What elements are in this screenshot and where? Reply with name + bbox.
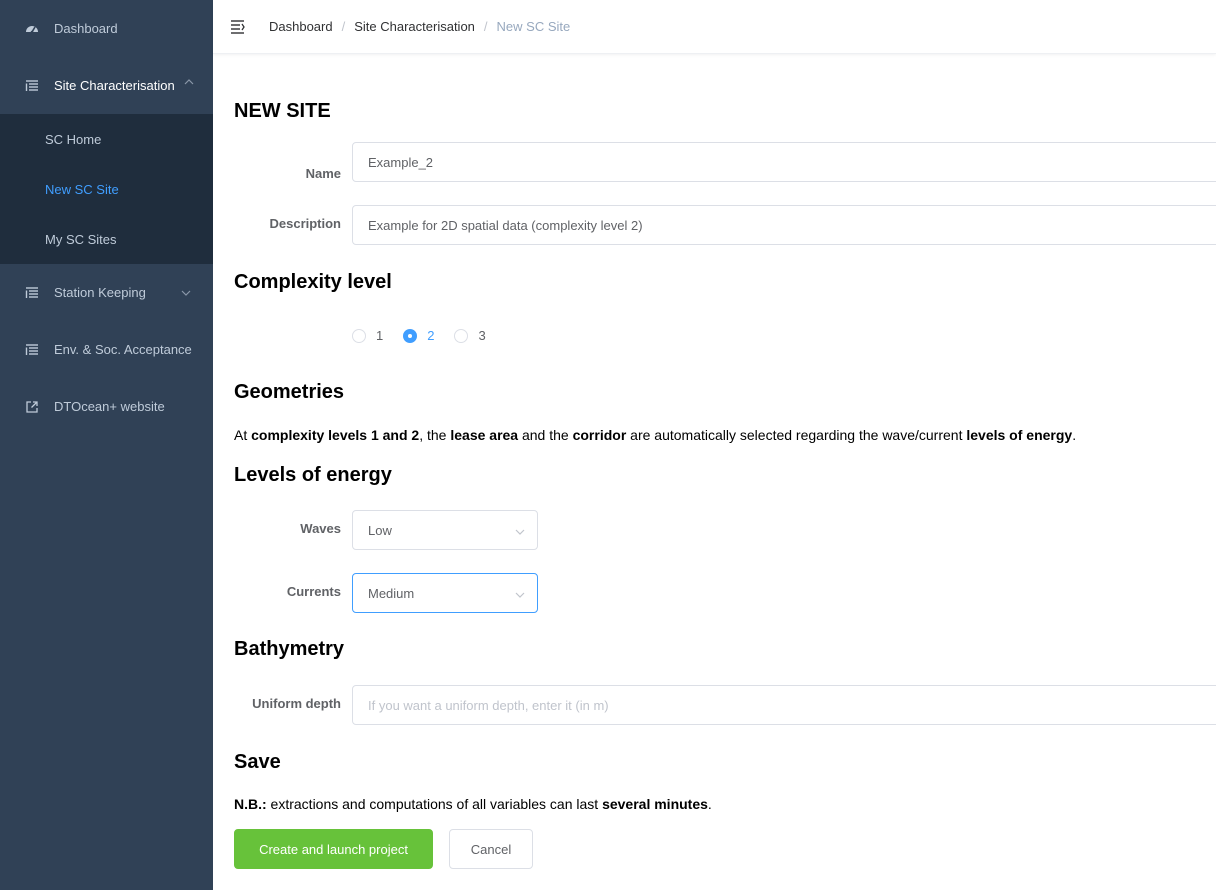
sidebar-item-label: New SC Site — [45, 181, 119, 197]
page-title: NEW SITE — [234, 100, 331, 122]
complexity-radio-2[interactable]: 2 — [403, 328, 434, 343]
sidebar-item-env-soc[interactable]: Env. & Soc. Acceptance — [0, 321, 213, 378]
complexity-radio-3[interactable]: 3 — [454, 328, 486, 343]
sidebar-item-my-sc-sites[interactable]: My SC Sites — [0, 214, 213, 264]
text-bold: lease area — [450, 427, 519, 443]
radio-circle[interactable] — [454, 328, 469, 343]
chevron-down-icon — [515, 588, 525, 598]
text-bold: N.B.: — [234, 796, 267, 812]
text-span: and the — [518, 427, 573, 443]
sidebar: Dashboard Site Characterisation SC Home … — [0, 0, 213, 890]
text-bold: levels of energy — [966, 427, 1073, 443]
complexity-radio-group: 1 2 3 — [352, 328, 506, 343]
name-value: Example_2 — [368, 154, 434, 170]
waves-select[interactable]: Low — [352, 510, 538, 550]
sidebar-item-site-characterisation[interactable]: Site Characterisation — [0, 57, 213, 114]
sidebar-item-label: SC Home — [45, 131, 102, 147]
sidebar-item-sc-home[interactable]: SC Home — [0, 114, 213, 164]
chevron-down-icon — [515, 525, 525, 535]
sidebar-item-station-keeping[interactable]: Station Keeping — [0, 264, 213, 321]
radio-label: 3 — [478, 328, 486, 343]
sidebar-item-label: DTOcean+ website — [54, 399, 165, 414]
depth-label: Uniform depth — [252, 696, 341, 711]
depth-placeholder: If you want a uniform depth, enter it (i… — [368, 697, 609, 713]
sidebar-item-label: Station Keeping — [54, 285, 146, 300]
save-title: Save — [234, 751, 281, 773]
sidebar-item-label: My SC Sites — [45, 231, 117, 247]
list-icon — [25, 286, 39, 300]
sidebar-item-website[interactable]: DTOcean+ website — [0, 378, 213, 435]
bathymetry-title: Bathymetry — [234, 638, 345, 660]
breadcrumb-site-characterisation[interactable]: Site Characterisation — [354, 19, 475, 34]
text-span: . — [1072, 427, 1077, 443]
text-span: extractions and computations of all vari… — [266, 796, 603, 812]
sidebar-item-label: Env. & Soc. Acceptance — [54, 342, 192, 357]
waves-label: Waves — [300, 521, 341, 536]
energy-title: Levels of energy — [234, 464, 392, 486]
text-span: , the — [419, 427, 451, 443]
currents-select[interactable]: Medium — [352, 573, 538, 613]
sidebar-item-dashboard[interactable]: Dashboard — [0, 0, 213, 57]
sidebar-item-label: Site Characterisation — [54, 78, 175, 93]
text-bold: corridor — [572, 427, 627, 443]
main-content: NEW SITE Name Example_2 Description Exam… — [213, 54, 1216, 890]
description-input[interactable]: Example for 2D spatial data (complexity … — [352, 205, 1216, 245]
list-icon — [25, 343, 39, 357]
radio-label: 1 — [376, 328, 384, 343]
description-label: Description — [269, 216, 341, 231]
list-icon — [25, 79, 39, 93]
radio-circle[interactable] — [403, 328, 418, 343]
name-input[interactable]: Example_2 — [352, 142, 1216, 182]
text-bold: several minutes — [602, 796, 708, 812]
cancel-button[interactable]: Cancel — [449, 829, 533, 869]
complexity-title: Complexity level — [234, 271, 392, 293]
nb-text: N.B.: extractions and computations of al… — [234, 796, 712, 812]
geometries-text: At complexity levels 1 and 2, the lease … — [234, 427, 1076, 443]
currents-label: Currents — [286, 584, 341, 599]
text-bold: complexity levels 1 and 2 — [251, 427, 420, 443]
external-link-icon — [25, 400, 39, 414]
complexity-radio-1[interactable]: 1 — [352, 328, 383, 343]
breadcrumb-current: New SC Site — [496, 19, 571, 34]
depth-input[interactable]: If you want a uniform depth, enter it (i… — [352, 685, 1216, 725]
breadcrumb: Dashboard / Site Characterisation / New … — [269, 19, 570, 34]
radio-circle[interactable] — [352, 328, 366, 343]
breadcrumb-dashboard[interactable]: Dashboard — [269, 19, 333, 34]
chevron-down-icon — [181, 288, 191, 301]
geometries-title: Geometries — [234, 381, 345, 403]
create-launch-button[interactable]: Create and launch project — [234, 829, 433, 869]
description-value: Example for 2D spatial data (complexity … — [368, 217, 643, 233]
hamburger-icon[interactable] — [230, 18, 248, 36]
name-label: Name — [305, 166, 341, 181]
chevron-up-icon — [184, 77, 194, 90]
submenu-site-characterisation: SC Home New SC Site My SC Sites — [0, 114, 213, 264]
breadcrumb-separator: / — [483, 19, 488, 34]
sidebar-item-label: Dashboard — [54, 21, 118, 36]
text-span: . — [707, 796, 712, 812]
breadcrumb-separator: / — [341, 19, 346, 34]
currents-value: Medium — [368, 585, 415, 601]
radio-label: 2 — [427, 328, 435, 343]
dashboard-icon — [25, 22, 39, 36]
sidebar-item-new-sc-site[interactable]: New SC Site — [0, 164, 213, 214]
text-span: are automatically selected regarding the… — [626, 427, 967, 443]
waves-value: Low — [368, 522, 392, 538]
top-navbar: Dashboard / Site Characterisation / New … — [213, 0, 1216, 54]
text-span: At — [234, 427, 252, 443]
